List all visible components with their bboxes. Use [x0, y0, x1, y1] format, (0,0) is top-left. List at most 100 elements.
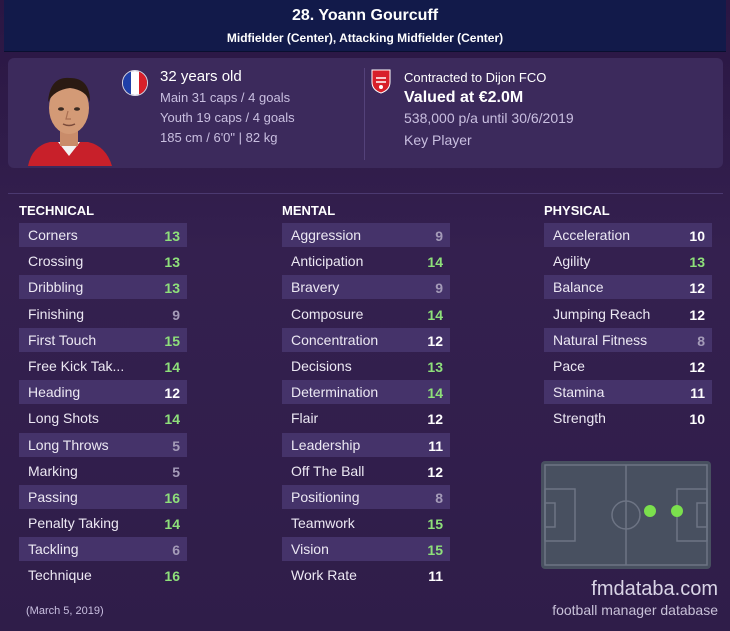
attribute-value: 14	[164, 358, 180, 375]
attribute-value: 12	[427, 411, 443, 428]
attribute-value: 8	[435, 489, 443, 506]
attribute-label: Vision	[291, 541, 329, 558]
attribute-row: Decisions 13	[282, 353, 450, 379]
attribute-label: Flair	[291, 410, 319, 427]
attribute-value: 12	[689, 306, 705, 323]
attribute-label: First Touch	[28, 331, 97, 348]
attribute-row: Teamwork 15	[282, 510, 450, 536]
attribute-row: Passing 16	[19, 484, 187, 510]
attribute-label: Crossing	[28, 253, 84, 270]
attribute-label: Technique	[28, 567, 92, 584]
attribute-value: 13	[164, 280, 180, 297]
attribute-label: Acceleration	[553, 227, 631, 243]
attribute-value: 14	[427, 306, 443, 323]
physical-attributes: Acceleration 10 Agility 13 Balance 12 Jumping …	[544, 222, 712, 432]
technical-title: TECHNICAL	[19, 203, 95, 218]
attribute-row: Acceleration 10	[544, 222, 712, 248]
contract-club: Contracted to Dijon FCO	[404, 70, 547, 85]
attribute-label: Long Throws	[28, 436, 109, 453]
attribute-row: Pace 12	[544, 353, 712, 379]
attribute-label: Off The Ball	[291, 462, 365, 479]
attribute-label: Penalty Taking	[28, 515, 119, 532]
attribute-value: 14	[427, 254, 443, 271]
attribute-row: Long Shots 14	[19, 405, 187, 431]
dijon-badge-icon	[370, 68, 392, 94]
attribute-value: 5	[172, 437, 180, 454]
attribute-row: Composure 14	[282, 301, 450, 327]
attribute-label: Jumping Reach	[553, 305, 651, 322]
section-divider	[8, 193, 723, 194]
attribute-label: Balance	[553, 279, 604, 296]
attribute-row: Flair 12	[282, 405, 450, 431]
attribute-label: Corners	[28, 227, 78, 243]
attribute-row: Finishing 9	[19, 301, 187, 327]
attribute-row: Off The Ball 12	[282, 458, 450, 484]
attribute-row: Long Throws 5	[19, 432, 187, 458]
attribute-row: Work Rate 11	[282, 562, 450, 588]
france-flag-icon	[122, 70, 148, 96]
attribute-row: Balance 12	[544, 274, 712, 300]
attribute-label: Teamwork	[291, 515, 355, 532]
attribute-label: Long Shots	[28, 410, 99, 427]
attribute-label: Positioning	[291, 488, 360, 505]
attribute-value: 5	[172, 463, 180, 480]
attribute-label: Tackling	[28, 541, 79, 558]
attribute-value: 16	[164, 489, 180, 506]
attribute-value: 10	[689, 228, 705, 244]
attribute-value: 14	[164, 411, 180, 428]
attribute-value: 14	[427, 385, 443, 402]
attribute-label: Finishing	[28, 305, 85, 322]
site-name: fmdataba.com	[591, 578, 718, 600]
site-tagline: football manager database	[552, 602, 718, 618]
attribute-label: Free Kick Tak...	[28, 357, 125, 374]
attribute-label: Agility	[553, 253, 591, 270]
attribute-label: Bravery	[291, 279, 340, 296]
attribute-label: Leadership	[291, 436, 361, 453]
attribute-row: Jumping Reach 12	[544, 301, 712, 327]
attribute-label: Composure	[291, 305, 364, 322]
mental-attributes: Aggression 9 Anticipation 14 Bravery 9 Composu…	[282, 222, 450, 589]
attribute-row: Natural Fitness 8	[544, 327, 712, 353]
attribute-value: 9	[172, 306, 180, 323]
attribute-row: Dribbling 13	[19, 274, 187, 300]
attribute-label: Dribbling	[28, 279, 84, 296]
attribute-value: 11	[428, 568, 443, 585]
attribute-row: Positioning 8	[282, 484, 450, 510]
attribute-row: Bravery 9	[282, 274, 450, 300]
attribute-label: Work Rate	[291, 567, 357, 584]
attribute-value: 12	[164, 385, 180, 402]
attribute-value: 9	[435, 228, 443, 244]
attribute-value: 6	[172, 542, 180, 559]
player-portrait	[20, 66, 118, 166]
player-wage: 538,000 p/a until 30/6/2019	[404, 110, 574, 126]
attribute-label: Concentration	[291, 331, 379, 348]
player-value: Valued at €2.0M	[404, 89, 524, 106]
attribute-label: Determination	[291, 384, 379, 401]
snapshot-date: (March 5, 2019)	[26, 605, 104, 617]
attribute-row: Crossing 13	[19, 248, 187, 274]
player-age: 32 years old	[160, 68, 242, 85]
attribute-value: 12	[427, 463, 443, 480]
attribute-value: 15	[164, 332, 180, 349]
attribute-label: Anticipation	[291, 253, 364, 270]
youth-caps: Youth 19 caps / 4 goals	[160, 110, 295, 125]
attribute-value: 14	[164, 516, 180, 533]
info-divider	[364, 68, 365, 160]
mental-title: MENTAL	[282, 203, 336, 218]
profile-header: 28. Yoann Gourcuff Midfielder (Center), …	[4, 0, 726, 52]
attribute-label: Natural Fitness	[553, 331, 648, 348]
site-branding: fmdataba.com football manager database	[552, 578, 718, 618]
attribute-value: 12	[689, 280, 705, 297]
attribute-row: Penalty Taking 14	[19, 510, 187, 536]
main-caps: Main 31 caps / 4 goals	[160, 90, 291, 105]
position-dot-amc	[671, 505, 683, 517]
attribute-value: 16	[164, 568, 180, 585]
attribute-value: 15	[427, 516, 443, 533]
attribute-row: First Touch 15	[19, 327, 187, 353]
player-name: 28. Yoann Gourcuff	[291, 7, 439, 24]
attribute-row: Heading 12	[19, 379, 187, 405]
attribute-label: Heading	[28, 384, 81, 401]
attribute-label: Passing	[28, 488, 78, 505]
technical-attributes: Corners 13 Crossing 13 Dribbling 13 Finishing 9…	[19, 222, 187, 589]
attribute-value: 15	[427, 542, 443, 559]
